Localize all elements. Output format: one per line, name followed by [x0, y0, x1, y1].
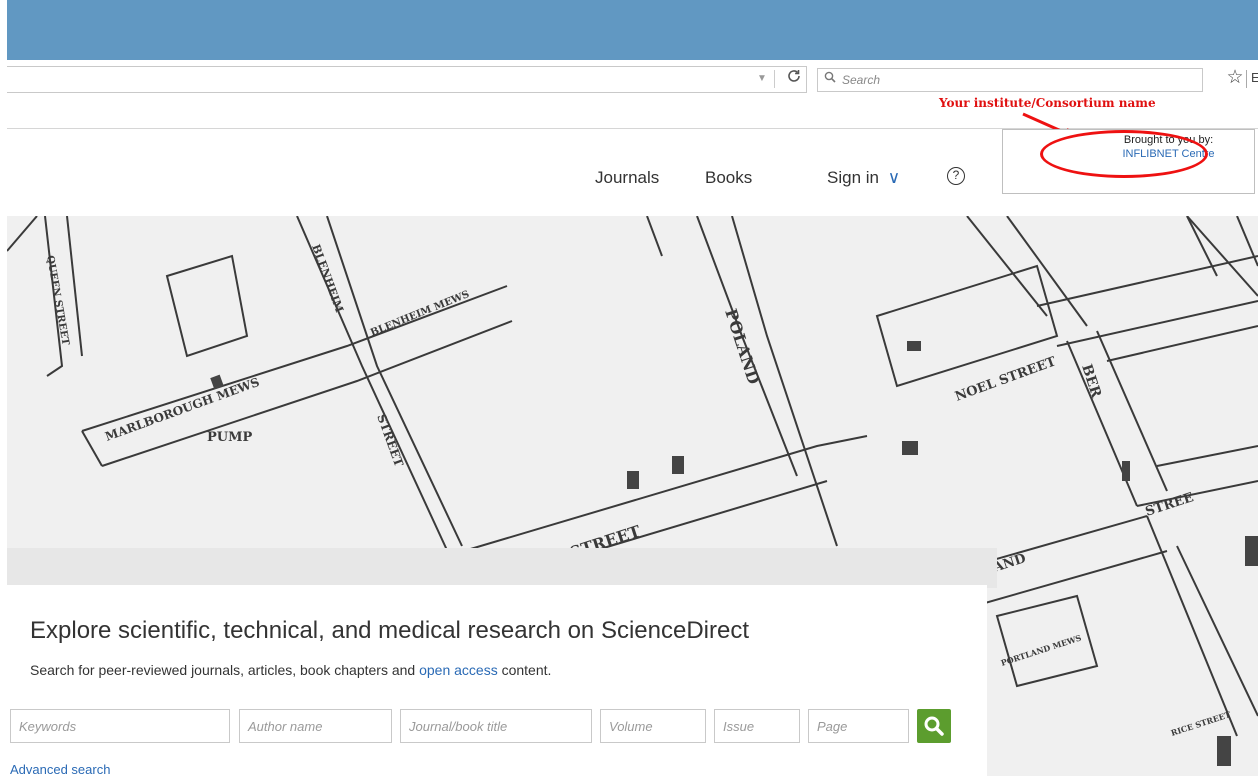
- search-submit-button[interactable]: [917, 709, 951, 743]
- page-placeholder: Page: [817, 719, 848, 734]
- toolbar-divider: [1246, 70, 1247, 88]
- search-icon: [824, 71, 836, 86]
- journal-title-input[interactable]: Journal/book title: [400, 709, 592, 743]
- hero-subtitle-suffix: content.: [497, 662, 552, 678]
- help-icon[interactable]: ?: [947, 167, 965, 185]
- address-bar-divider: [774, 70, 775, 88]
- chevron-down-icon: ∨: [887, 168, 901, 187]
- search-panel: [7, 585, 987, 776]
- hero-subtitle-prefix: Search for peer-reviewed journals, artic…: [30, 662, 420, 678]
- url-history-dropdown-icon[interactable]: ▼: [755, 70, 769, 88]
- nav-sign-in[interactable]: Sign in ∨: [827, 168, 900, 188]
- browser-title-bar: [7, 0, 1258, 60]
- browser-search-box[interactable]: Search: [817, 68, 1203, 92]
- reload-icon-glyph: [788, 70, 800, 82]
- map-label-berners: BER: [1078, 362, 1104, 400]
- hero-subtitle: Search for peer-reviewed journals, artic…: [30, 662, 551, 678]
- reload-icon[interactable]: [784, 68, 804, 90]
- author-input[interactable]: Author name: [239, 709, 392, 743]
- bookmark-star-icon[interactable]: ☆: [1225, 66, 1245, 90]
- library-icon[interactable]: E: [1251, 70, 1258, 88]
- map-label-noel-street: NOEL STREET: [953, 354, 1058, 405]
- institute-annotation-label: Your institute/Consortium name: [939, 96, 1156, 110]
- hero-shadow-band: [7, 548, 997, 588]
- map-label-blenheim-mews: BLENHEIM MEWS: [369, 289, 471, 339]
- advanced-search-link[interactable]: Advanced search: [10, 762, 110, 777]
- open-access-link[interactable]: open access: [419, 662, 498, 678]
- journal-title-placeholder: Journal/book title: [409, 719, 508, 734]
- nav-journals[interactable]: Journals: [595, 168, 659, 188]
- issue-input[interactable]: Issue: [714, 709, 800, 743]
- address-bar[interactable]: [7, 66, 807, 93]
- search-icon: [924, 716, 944, 736]
- map-label-poland-street: POLAND: [721, 306, 763, 386]
- map-label-rice-street: RICE STREET: [1170, 709, 1232, 738]
- search-placeholder: Search: [842, 73, 881, 87]
- map-label-pump: PUMP: [207, 430, 253, 445]
- volume-placeholder: Volume: [609, 719, 653, 734]
- issue-placeholder: Issue: [723, 719, 755, 734]
- nav-books[interactable]: Books: [705, 168, 752, 188]
- volume-input[interactable]: Volume: [600, 709, 706, 743]
- author-placeholder: Author name: [248, 719, 323, 734]
- keywords-input[interactable]: Keywords: [10, 709, 230, 743]
- map-label-street-right: STREE: [1144, 490, 1196, 520]
- page-input[interactable]: Page: [808, 709, 909, 743]
- keywords-placeholder: Keywords: [19, 719, 77, 734]
- sign-in-label: Sign in: [827, 168, 879, 187]
- hero-heading: Explore scientific, technical, and medic…: [30, 617, 750, 644]
- annotation-ellipse: [1040, 130, 1208, 178]
- map-label-street-vertical: STREET: [374, 412, 406, 468]
- map-label-portland-mews: PORTLAND MEWS: [1000, 632, 1083, 668]
